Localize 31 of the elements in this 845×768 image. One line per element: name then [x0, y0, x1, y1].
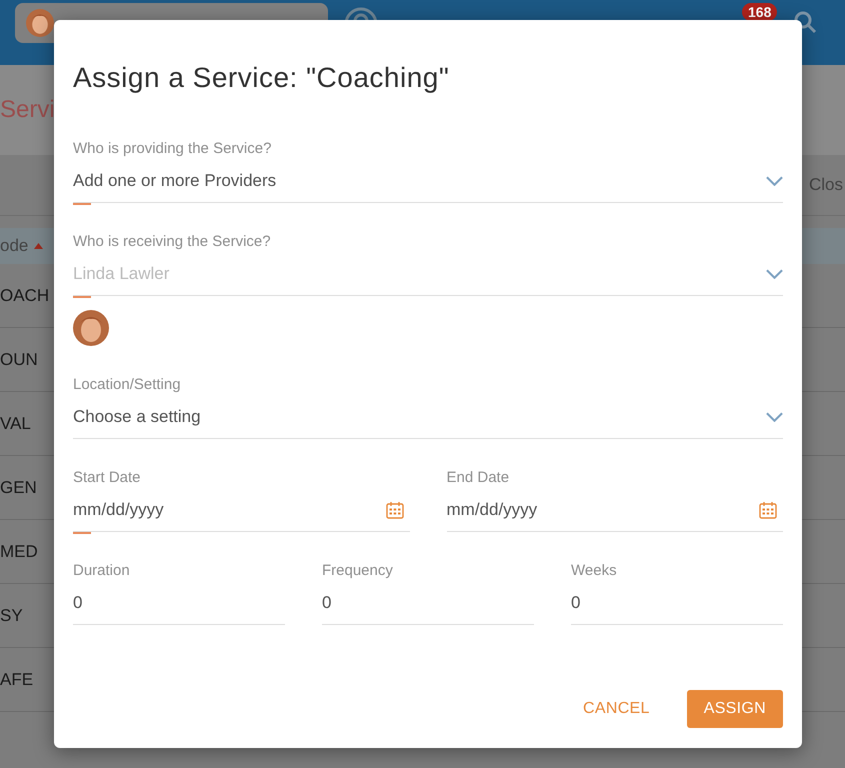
dialog-title: Assign a Service: "Coaching" — [73, 62, 450, 94]
date-field[interactable]: mm/dd/yyyy — [73, 487, 410, 532]
field-label: End Date — [446, 469, 510, 487]
table-cell: VAL — [0, 414, 31, 434]
chevron-down-icon[interactable] — [766, 412, 783, 422]
chevron-down-icon[interactable] — [766, 176, 783, 186]
avatar — [26, 9, 54, 37]
calendar-icon[interactable] — [386, 501, 404, 519]
field-label: Frequency — [322, 562, 394, 580]
field-label: Location/Setting — [73, 376, 182, 394]
table-cell: SY — [0, 606, 23, 626]
date-field[interactable]: mm/dd/yyyy — [446, 487, 783, 532]
field-label: Who is providing the Service? — [73, 140, 272, 158]
table-cell: MED — [0, 542, 38, 562]
dropdown-field[interactable]: Choose a setting — [73, 394, 783, 439]
field-label: Weeks — [571, 562, 618, 580]
page-title: Servi — [0, 96, 55, 124]
table-cell: OUN — [0, 350, 38, 370]
table-cell: OACH — [0, 286, 50, 306]
number-field[interactable]: 0 — [73, 580, 285, 625]
calendar-icon[interactable] — [759, 501, 777, 519]
field-label: Duration — [73, 562, 131, 580]
number-field[interactable]: 0 — [571, 580, 783, 625]
number-field[interactable]: 0 — [322, 580, 534, 625]
field-label: Start Date — [73, 469, 142, 487]
table-cell: AFE — [0, 670, 34, 690]
field-label: Who is receiving the Service? — [73, 233, 272, 251]
notification-badge: 168 — [742, 3, 778, 21]
search-icon[interactable] — [793, 10, 817, 34]
dropdown-field[interactable]: Add one or more Providers — [73, 158, 783, 203]
table-cell: GEN — [0, 478, 37, 498]
